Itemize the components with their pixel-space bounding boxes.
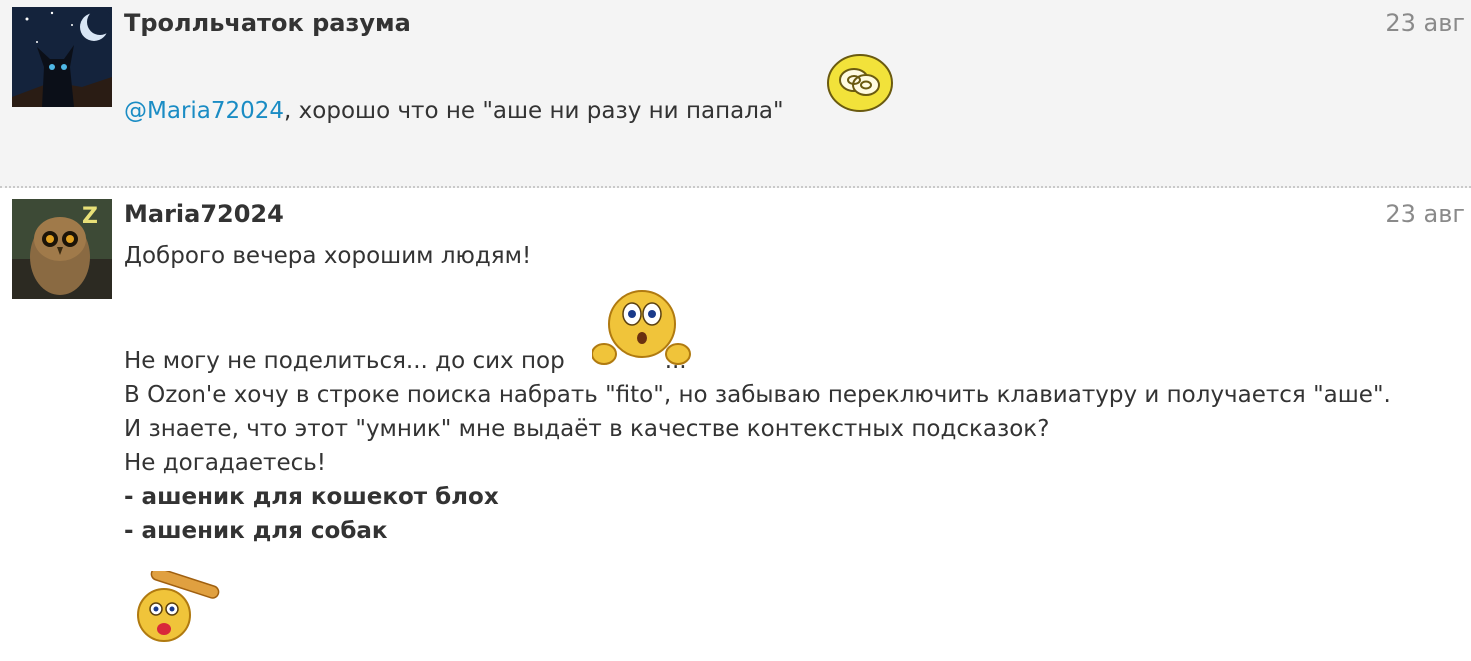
post: Тролльчаток разума 23 авг @Maria72024, х…: [0, 0, 1471, 188]
post-line: В Ozon'е хочу в строке поиска набрать "f…: [124, 382, 1391, 408]
post-author[interactable]: Тролльчаток разума: [124, 9, 411, 37]
shocked-peeking-smiley-icon: [591, 286, 692, 374]
post-line: И знаете, что этот "умник" мне выдаёт в …: [124, 416, 1050, 442]
svg-text:Z: Z: [82, 204, 98, 229]
dizzy-smiley-icon: [826, 52, 894, 118]
post-greeting: Доброго вечера хорошим людям!: [124, 243, 532, 269]
post-author[interactable]: Maria72024: [124, 200, 284, 228]
post-date: 23 авг: [1385, 200, 1465, 228]
post-bold-line: - ашеник для кошекот блох: [124, 484, 499, 510]
post: Z Maria72024 23 авг Доброго вечера хорош…: [0, 188, 1471, 661]
owl-avatar-icon[interactable]: Z: [12, 199, 112, 299]
post-date: 23 авг: [1385, 9, 1465, 37]
post-line-text: Не могу не поделиться... до сих пор: [124, 348, 565, 374]
post-bold-line: - ашеник для собак: [124, 518, 388, 544]
user-mention-link[interactable]: @Maria72024: [124, 98, 284, 124]
bonk-smiley-icon: [130, 567, 222, 649]
post-text: @Maria72024, хорошо что не "аше ни разу …: [124, 94, 784, 128]
post-line: Не догадаетесь!: [124, 450, 327, 476]
post-text-content: , хорошо что не "аше ни разу ни папала": [284, 98, 784, 124]
night-cat-avatar-icon[interactable]: [12, 7, 112, 107]
